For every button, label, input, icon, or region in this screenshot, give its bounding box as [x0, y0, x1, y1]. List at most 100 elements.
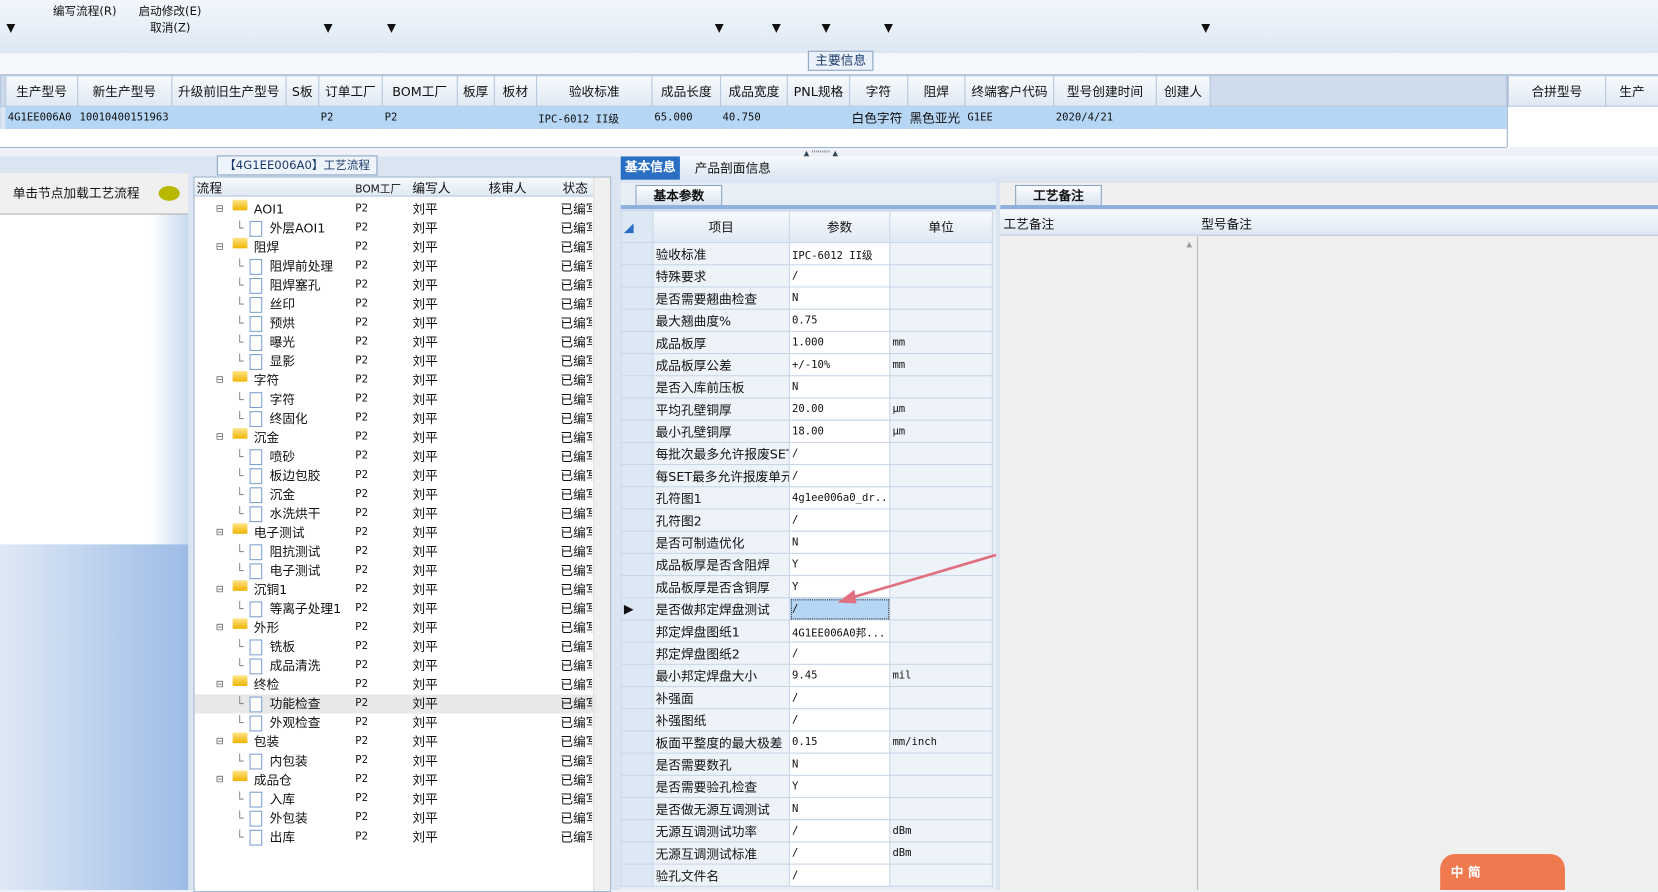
flow-node-name[interactable]: 成品仓	[254, 771, 292, 790]
collapse-icon[interactable]: ⊟	[216, 238, 224, 257]
row-indicator[interactable]	[620, 286, 654, 310]
col-reviewer[interactable]: 核审人	[489, 179, 527, 197]
flow-tree-row[interactable]: └板边包胶P2刘平已编写	[195, 466, 597, 485]
main-info-tab[interactable]: 主要信息	[807, 50, 874, 71]
flow-tree-row[interactable]: └功能检查P2刘平已编写	[194, 694, 597, 714]
header-col[interactable]: 新生产型号	[76, 75, 172, 107]
row-indicator[interactable]	[620, 530, 654, 554]
row-indicator[interactable]	[620, 242, 654, 266]
param-row[interactable]: 平均孔壁铜厚 20.00 μm	[620, 397, 993, 421]
col-item[interactable]: 项目	[652, 210, 790, 244]
row-indicator[interactable]	[620, 796, 654, 821]
row-indicator[interactable]	[620, 663, 654, 688]
collapse-icon[interactable]: ⊟	[216, 523, 224, 542]
param-row[interactable]: 验孔文件名 /	[620, 863, 993, 887]
header-col[interactable]: 成品宽度	[719, 75, 788, 107]
param-value[interactable]: /	[788, 819, 891, 843]
param-value[interactable]: +/-10%	[788, 353, 891, 377]
row-indicator[interactable]	[620, 619, 654, 643]
dropdown-arrow-icon[interactable]: ▼	[1201, 21, 1210, 35]
merge-col-header[interactable]: 合拼型号	[1507, 75, 1606, 107]
flow-tree-row[interactable]: ⊟ 沉金 P2 刘平 已编写	[195, 428, 597, 447]
header-cell[interactable]: 2020/4/21	[1053, 106, 1157, 129]
row-indicator[interactable]	[620, 397, 654, 421]
param-value[interactable]: /	[788, 464, 891, 488]
flow-node-name[interactable]: 功能检查	[270, 694, 321, 713]
row-indicator[interactable]	[620, 863, 654, 887]
row-indicator[interactable]	[620, 264, 654, 288]
write-flow-button[interactable]: 编写流程(R)	[53, 2, 117, 19]
header-cell[interactable]	[171, 106, 287, 129]
param-value[interactable]: /	[788, 863, 891, 887]
collapse-icon[interactable]: ⊟	[216, 200, 224, 219]
dropdown-arrow-icon[interactable]: ▼	[387, 21, 396, 35]
param-value[interactable]: 0.75	[788, 308, 891, 332]
cancel-button[interactable]: 取消(Z)	[150, 19, 190, 36]
flow-node-name[interactable]: 内包装	[270, 752, 308, 771]
param-row[interactable]: 是否做无源互调测试 N	[620, 796, 993, 821]
header-cell[interactable]	[286, 106, 319, 129]
header-cell[interactable]: P2	[318, 106, 383, 129]
flow-node-name[interactable]: 外观检查	[270, 713, 321, 732]
param-row[interactable]: 每批次最多允许报废SET /	[620, 441, 993, 466]
row-indicator[interactable]	[620, 486, 654, 510]
flow-tree-row[interactable]: └终固化P2刘平已编写	[195, 409, 597, 428]
flow-tree-row[interactable]: ⊟ AOI1 P2 刘平 已编写	[195, 199, 597, 219]
header-col[interactable]: PNL规格	[786, 75, 850, 107]
param-row[interactable]: 验收标准 IPC-6012 II级	[620, 242, 993, 266]
header-col[interactable]: 板材	[493, 75, 537, 107]
flow-node-name[interactable]: 水洗烘干	[270, 504, 321, 523]
param-value[interactable]: /	[788, 841, 891, 865]
param-value[interactable]: /	[788, 685, 891, 710]
dropdown-arrow-icon[interactable]: ▼	[715, 21, 724, 35]
flow-node-name[interactable]: 终检	[254, 675, 279, 694]
header-cell[interactable]: 黑色亚光	[907, 106, 966, 129]
header-col[interactable]: 创建人	[1155, 75, 1211, 107]
collapse-icon[interactable]: ⊟	[216, 733, 224, 752]
ime-mascot-badge[interactable]: 中 简	[1440, 854, 1565, 890]
flow-tree-row[interactable]: ⊟ 包装 P2 刘平 已编写	[195, 732, 597, 752]
flow-tree-row[interactable]: └入库P2刘平已编写	[195, 790, 597, 809]
param-row[interactable]: 是否需要数孔 N	[620, 752, 993, 776]
flow-tree-row[interactable]: └成品清洗P2刘平已编写	[195, 656, 597, 675]
flow-node-name[interactable]: 沉铜1	[254, 580, 287, 599]
header-col[interactable]: 升级前旧生产型号	[170, 75, 287, 107]
flow-node-name[interactable]: 沉金	[254, 428, 279, 447]
merge-col-header[interactable]: 生产	[1604, 75, 1658, 107]
flow-node-name[interactable]: 出库	[270, 828, 295, 847]
header-col[interactable]: 成品长度	[651, 75, 721, 107]
flow-node-name[interactable]: 喷砂	[270, 447, 295, 466]
row-indicator[interactable]	[620, 774, 654, 799]
param-value[interactable]: N	[788, 752, 891, 776]
param-value[interactable]: /	[788, 508, 891, 532]
flow-tree-row[interactable]: └出库P2刘平已编写	[195, 828, 597, 847]
row-indicator[interactable]	[620, 752, 654, 776]
header-col[interactable]: 阻焊	[906, 75, 966, 107]
row-indicator[interactable]	[620, 641, 654, 665]
flow-tree-row[interactable]: ⊟ 外形 P2 刘平 已编写	[195, 618, 597, 637]
param-value[interactable]: IPC-6012 II级	[788, 242, 891, 266]
header-cell[interactable]: 10010400151963	[77, 106, 172, 129]
flow-tree-row[interactable]: ⊟ 终检 P2 刘平 已编写	[195, 675, 597, 694]
header-cell[interactable]	[494, 106, 537, 129]
row-indicator[interactable]	[620, 441, 654, 466]
param-row[interactable]: 孔符图2/	[620, 508, 993, 532]
row-indicator[interactable]	[620, 330, 654, 355]
flow-node-name[interactable]: 字符	[254, 371, 279, 390]
flow-tree-row[interactable]: └外观检查P2刘平已编写	[195, 713, 597, 732]
flow-node-name[interactable]: 沉金	[270, 485, 295, 504]
header-cell[interactable]: G1EE	[965, 106, 1054, 129]
collapse-icon[interactable]: ⊟	[216, 675, 224, 694]
row-indicator[interactable]	[620, 464, 654, 488]
flow-tree-row[interactable]: └阻焊前处理P2刘平已编写	[195, 257, 597, 276]
flow-node-name[interactable]: 铣板	[270, 637, 295, 656]
header-cell[interactable]	[1156, 106, 1210, 129]
param-row[interactable]: 板面平整度的最大极差 0.15 mm/inch	[620, 730, 993, 754]
param-value[interactable]: N	[788, 286, 891, 310]
flow-node-name[interactable]: AOI1	[254, 200, 284, 219]
flow-tree-row[interactable]: └阻抗测试P2刘平已编写	[195, 542, 597, 561]
flow-tree-row[interactable]: └铣板P2刘平已编写	[195, 637, 597, 656]
param-value[interactable]: /	[788, 441, 891, 466]
flow-tree-row[interactable]: └曝光P2刘平已编写	[195, 333, 597, 352]
param-value[interactable]: 0.15	[788, 730, 891, 754]
